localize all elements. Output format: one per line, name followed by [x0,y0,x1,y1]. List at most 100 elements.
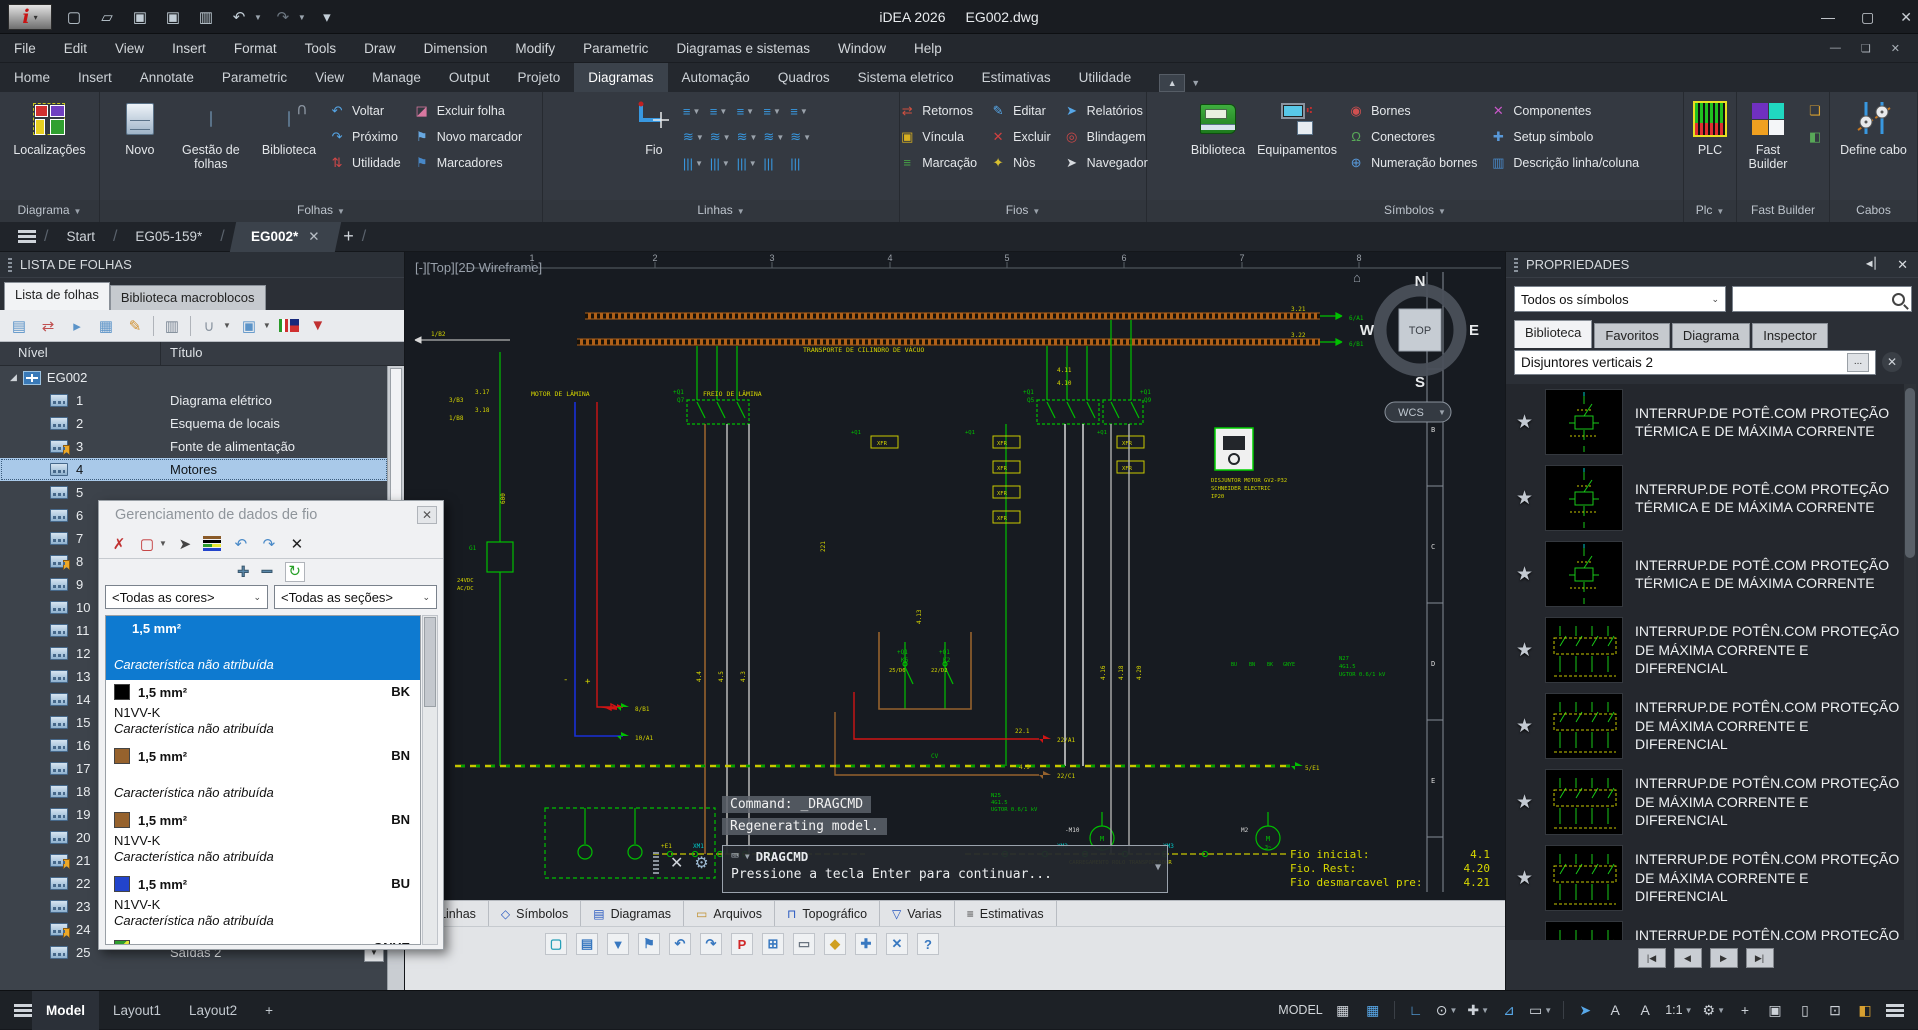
units-toggle[interactable]: ▣ [1762,998,1788,1022]
sheet-row-1[interactable]: 1Diagrama elétrico [0,389,388,412]
sheet-row-3[interactable]: 3Fonte de alimentação [0,435,388,458]
favorite-star-icon[interactable]: ★ [1516,867,1533,890]
command-recent-caret-icon[interactable]: ▼ [1155,862,1161,873]
symbol-item-4[interactable]: ★INTERRUP.DE POTÊN.COM PROTEÇÃODE MÁXIMA… [1506,612,1905,688]
caret-icon[interactable]: ▼ [722,159,730,168]
frame-button[interactable]: ▭ [793,933,815,955]
tag-button[interactable]: ◆ [824,933,846,955]
ribbon-button-multi-wire-1[interactable]: ≡▼ [681,98,706,124]
refresh-button[interactable]: ↻ [285,562,305,582]
last-page-button[interactable]: ▶| [1746,948,1774,968]
bookmark-button[interactable]: ⚑ [638,933,660,955]
menu-insert[interactable]: Insert [158,34,220,63]
ribbon-button-conectores[interactable]: ΩConectores [1342,124,1482,149]
panel-grip-icon[interactable] [8,258,12,272]
menu-draw[interactable]: Draw [350,34,410,63]
redo-button[interactable]: ↷ [259,535,279,553]
undo-button[interactable]: ↶ [231,535,251,553]
caret-icon[interactable]: ▼ [773,107,781,116]
redo-icon[interactable]: ↷ [271,8,295,26]
wizard-button[interactable]: ✚ [855,933,877,955]
caret-icon[interactable]: ▼ [695,159,703,168]
copy-sheets-button[interactable]: ▣ [238,315,260,337]
quick-access-options-icon[interactable]: ▾ [315,8,339,26]
add-layout-button[interactable]: + [251,991,287,1030]
ribbon-button-localizacoes[interactable]: Localizações [8,96,90,157]
ribbon-button-blindagem[interactable]: ◎Blindagem [1058,124,1153,149]
ribbon-button-setup-simbolo[interactable]: ✚Setup símbolo [1484,124,1644,149]
symbol-item-6[interactable]: ★INTERRUP.DE POTÊN.COM PROTEÇÃODE MÁXIMA… [1506,764,1905,840]
grid-view-button[interactable]: ⊞ [762,933,784,955]
menu-format[interactable]: Format [220,34,291,63]
viewcube-north[interactable]: N [1415,273,1426,290]
caret-icon[interactable]: ▼ [1717,1006,1725,1015]
save-icon[interactable]: ▣ [128,8,152,26]
caret-icon[interactable]: ▼ [223,321,231,330]
ribbon-button-proximo[interactable]: ↷Próximo [323,124,406,149]
ribbon-button-novo[interactable]: Novo [115,96,165,157]
menu-window[interactable]: Window [824,34,900,63]
status-menu-icon[interactable] [14,1004,32,1017]
document-tab-eg002-[interactable]: EG002*✕ [229,222,340,252]
ribbon-tab-estimativas[interactable]: Estimativas [968,63,1065,92]
panel-label-fast-builder[interactable]: Fast Builder [1737,200,1829,222]
workspace-switching-toggle[interactable]: ⚙▼ [1700,998,1728,1022]
wire-item-4[interactable]: 1,5 mm²BNN1VV-KCaracterística não atribu… [106,808,420,872]
favorite-star-icon[interactable]: ★ [1516,639,1533,662]
caret-icon[interactable]: ▼ [693,107,701,116]
command-prompt[interactable]: Pressione a tecla Enter para continuar..… [731,867,1159,882]
sheet-row-4[interactable]: 4Motores [0,458,388,481]
document-tab-eg05-159-[interactable]: EG05-159* [125,222,212,252]
symbol-item-1[interactable]: ★INTERRUP.DE POTÊ.COM PROTEÇÃOTÉRMICA E … [1506,384,1905,460]
menu-view[interactable]: View [101,34,158,63]
ribbon-button-define-cabo[interactable]: Define cabo [1835,96,1912,157]
ribbon-tab-parametric[interactable]: Parametric [208,63,301,92]
isolate-objects-toggle[interactable] [1882,998,1908,1022]
ribbon-tab-diagramas[interactable]: Diagramas [574,63,667,92]
ribbon-button-vertical-wire-4[interactable]: ||| [761,150,786,176]
panel-grip-icon[interactable] [1514,258,1518,272]
ribbon-button-navegador[interactable]: ➤Navegador [1058,150,1153,175]
color-filter-dropdown[interactable]: <Todas as cores>⌄ [105,585,268,609]
ribbon-button-nos[interactable]: ✦Nòs [984,150,1056,175]
symbol-item-5[interactable]: ★INTERRUP.DE POTÊN.COM PROTEÇÃODE MÁXIMA… [1506,688,1905,764]
pin-panel-icon[interactable]: ◄▏ [1864,257,1883,273]
previous-page-button[interactable]: ◀ [1674,948,1702,968]
ribbon-button-multi-wire-5[interactable]: ≡▼ [788,98,813,124]
redo-button[interactable]: ↷ [700,933,722,955]
caret-icon[interactable]: ▼ [776,133,784,142]
annotation-scale-label-toggle[interactable]: 1:1▼ [1662,998,1695,1022]
wire-item-5[interactable]: 1,5 mm²BUN1VV-KCaracterística não atribu… [106,872,420,936]
object-snap-toggle[interactable]: ▭▼ [1526,998,1555,1022]
ribbon-button-image-edit[interactable]: ◧ [1801,124,1829,149]
properties-tab-inspector[interactable]: Inspector [1752,323,1827,348]
ribbon-button-corner-wire-5[interactable]: ≋▼ [788,124,813,150]
favorite-star-icon[interactable]: ★ [1516,487,1533,510]
panel-label-cabos[interactable]: Cabos [1830,200,1917,222]
ribbon-button-utilidade[interactable]: ⇅Utilidade [323,150,406,175]
quick-properties-toggle[interactable]: ▯ [1792,998,1818,1022]
caret-icon[interactable]: ▼ [749,133,757,142]
layout-tab-model[interactable]: Model [32,991,99,1030]
bottom-tab-diagramas[interactable]: ▤Diagramas [581,901,684,926]
ribbon-tab-automa-o[interactable]: Automação [668,63,764,92]
symbol-item-2[interactable]: ★INTERRUP.DE POTÊ.COM PROTEÇÃOTÉRMICA E … [1506,460,1905,536]
preview-sheet-button[interactable]: ▸ [66,315,88,337]
panel-label-folhas[interactable]: Folhas▼ [100,200,542,222]
selection-cycling-toggle[interactable]: ➤ [1572,998,1598,1022]
ribbon-tab-output[interactable]: Output [435,63,504,92]
export-sheet-button[interactable]: ▼ [307,315,329,337]
graphics-performance-toggle[interactable]: ◧ [1852,998,1878,1022]
bottom-tab-s-mbolos[interactable]: ◇Símbolos [489,901,581,926]
attach-file-button[interactable]: ∪ [198,315,220,337]
maximize-button[interactable]: ▢ [1861,9,1874,26]
command-line-grip-icon[interactable] [653,852,659,874]
menu-help[interactable]: Help [900,34,956,63]
edit-sheet-button[interactable]: ✎ [124,315,146,337]
edit-wire-button[interactable]: ➤ [175,535,195,553]
ribbon-button-marcadores[interactable]: ⚑Marcadores [408,150,527,175]
wire-list-scrollbar[interactable] [422,615,438,945]
caret-icon[interactable]: ▼ [719,107,727,116]
import-button[interactable]: ▼ [607,933,629,955]
caret-icon[interactable]: ▼ [1544,1006,1552,1015]
